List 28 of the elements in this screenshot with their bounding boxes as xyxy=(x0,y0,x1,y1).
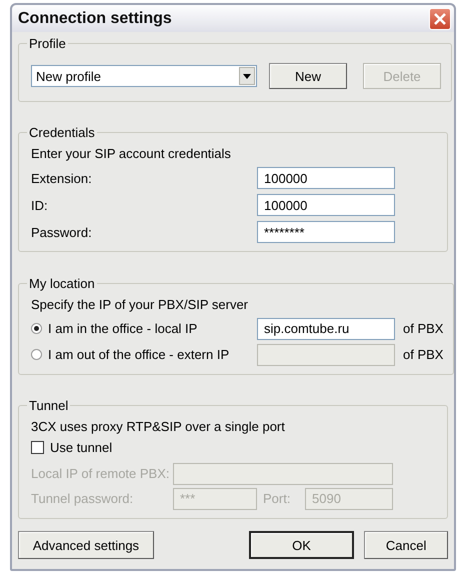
radio-label[interactable]: I am out of the office - extern IP xyxy=(48,347,230,362)
group-title: Credentials xyxy=(28,125,96,140)
field-suffix: of PBX xyxy=(403,347,444,362)
field-label: Extension: xyxy=(31,170,93,186)
window-title: Connection settings xyxy=(18,10,172,28)
field-label: Port: xyxy=(262,491,292,506)
checkbox-label[interactable]: Use tunnel xyxy=(50,440,112,455)
group-title: My location xyxy=(28,276,96,291)
field-label: Password: xyxy=(31,224,93,240)
group-title: Profile xyxy=(28,36,67,51)
field-label: Local IP of remote PBX: xyxy=(31,466,170,482)
field-label: Tunnel password: xyxy=(31,491,134,506)
dialog-button[interactable]: Advanced settings xyxy=(18,531,154,559)
field-label: ID: xyxy=(31,198,49,213)
dialog-button[interactable]: OK xyxy=(248,531,354,559)
hint-text: 3CX uses proxy RTP&SIP over a single port xyxy=(31,418,286,434)
field-suffix: of PBX xyxy=(403,321,444,336)
input-field[interactable]: 100000 xyxy=(257,194,395,216)
new-button[interactable]: New xyxy=(269,63,347,89)
input-field[interactable]: sip.comtube.ru xyxy=(257,318,395,340)
input-field[interactable]: 100000 xyxy=(257,167,395,190)
group-title: Tunnel xyxy=(28,398,70,413)
dialog-button[interactable]: Cancel xyxy=(364,531,448,559)
hint-text: Specify the IP of your PBX/SIP server xyxy=(31,296,250,312)
profile-dropdown[interactable]: New profile xyxy=(31,65,257,87)
hint-text: Enter your SIP account credentials xyxy=(31,146,232,162)
radio-label[interactable]: I am in the office - local IP xyxy=(48,321,198,336)
input-field[interactable]: ******** xyxy=(257,221,395,244)
